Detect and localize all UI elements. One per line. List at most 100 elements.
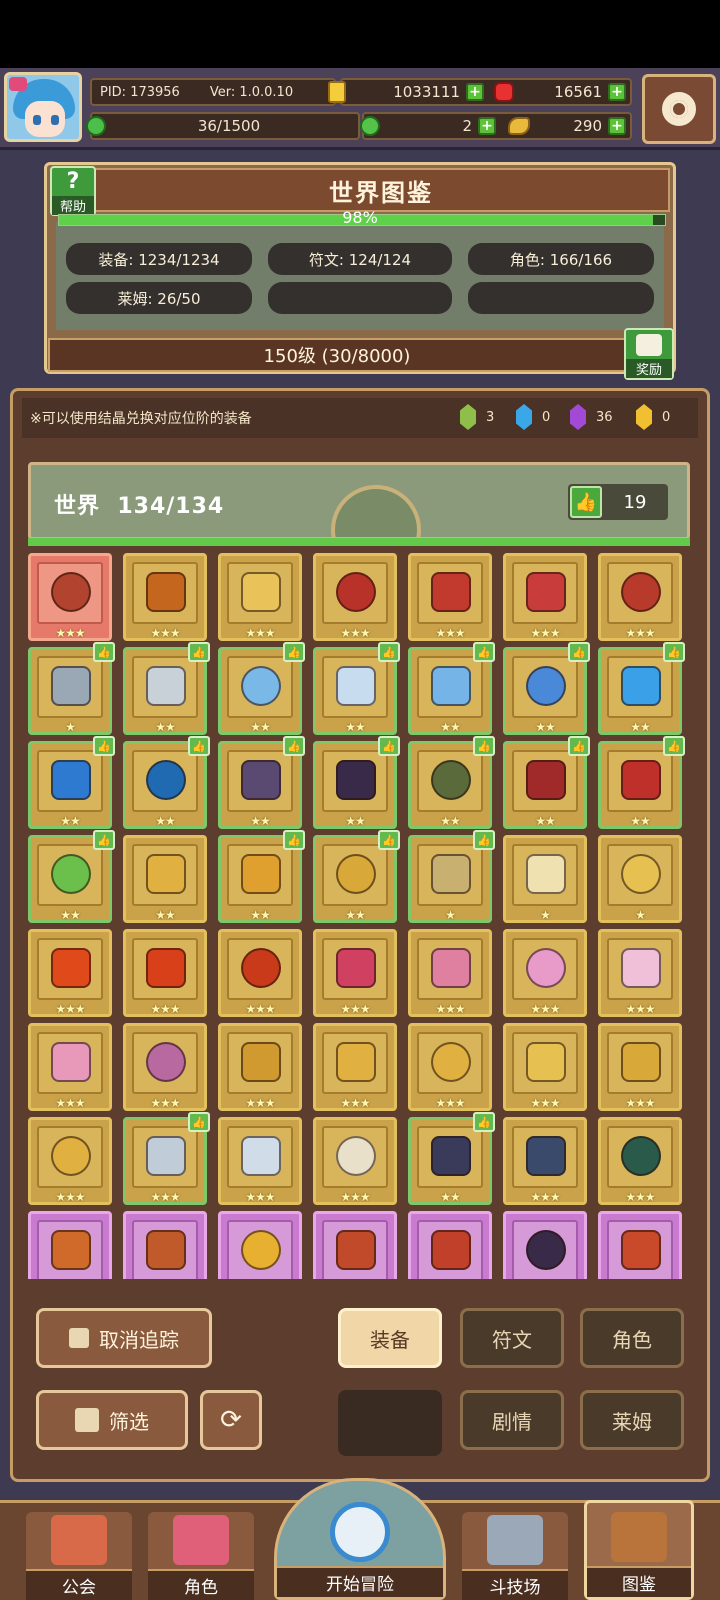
item-helmet[interactable]: ★★★ — [28, 553, 112, 641]
item-gem-staff[interactable]: ★★ 👍 — [598, 642, 685, 735]
orb-ring-icon — [526, 666, 566, 706]
jewel-brooch-icon — [241, 854, 281, 894]
like-counter[interactable]: 👍 19 — [568, 484, 668, 520]
gold-ring-icon — [336, 1042, 376, 1082]
item-shield[interactable]: ★★ 👍 — [123, 642, 210, 735]
nav-codex[interactable]: 图鉴 — [584, 1500, 694, 1600]
item-emerald-ring[interactable]: ★★ 👍 — [28, 830, 115, 923]
item-boots[interactable]: ★★★ — [598, 553, 682, 641]
world-title: 世界 134/134 — [54, 488, 224, 520]
item-cross-shield[interactable]: ★★★ — [313, 1117, 397, 1205]
item-orb-ring[interactable]: ★★ 👍 — [503, 642, 590, 735]
item-bow[interactable]: ★ 👍 — [408, 830, 495, 923]
item-staff[interactable]: ★★★ — [123, 553, 207, 641]
tracked-badge-icon: 👍 — [473, 736, 495, 756]
item-heart-ring[interactable]: ★★★ — [28, 1023, 112, 1111]
reward-button[interactable]: 奖励 — [624, 328, 674, 380]
item-jewel-brooch[interactable]: ★★ 👍 — [218, 830, 305, 923]
item-fire-gem[interactable]: ★★★ — [28, 929, 112, 1017]
nav-guild[interactable]: 公会 — [26, 1512, 132, 1600]
stat-slime: 莱姆: 26/50 — [66, 282, 252, 314]
add-clover-button[interactable]: + — [478, 117, 496, 135]
item-green-ring[interactable]: ★★ 👍 — [408, 736, 495, 829]
player-info-row: PID: 173956 Ver: 1.0.0.10 — [90, 78, 336, 106]
nav-adventure[interactable]: 开始冒险 — [274, 1478, 446, 1600]
settings-button[interactable] — [642, 74, 716, 144]
item-armor[interactable]: ★★★ — [313, 553, 397, 641]
nav-character-label: 角色 — [148, 1569, 254, 1600]
add-gem-button[interactable]: + — [608, 83, 626, 101]
item-gold-boots[interactable]: ★★★ — [408, 1023, 492, 1111]
item-flame-axe[interactable] — [123, 1211, 207, 1279]
item-dark-gem[interactable]: ★★ 👍 — [218, 736, 305, 829]
add-wing-button[interactable]: + — [608, 117, 626, 135]
nav-character[interactable]: 角色 — [148, 1512, 254, 1600]
tab-slime[interactable]: 莱姆 — [580, 1390, 684, 1450]
item-horned-helm[interactable] — [313, 1211, 397, 1279]
item-rose-gauntlet[interactable]: ★★ 👍 — [408, 1112, 495, 1205]
item-red-armor[interactable]: ★★ 👍 — [503, 736, 590, 829]
item-gold-scepter[interactable]: ★★★ — [218, 1023, 302, 1111]
item-red-circlet[interactable]: ★★ 👍 — [598, 736, 685, 829]
sword-icon — [51, 666, 91, 706]
item-blue-chalice[interactable]: ★★ 👍 — [123, 736, 210, 829]
tab-story[interactable]: 剧情 — [460, 1390, 564, 1450]
item-dark-heart[interactable] — [503, 1211, 587, 1279]
item-gold-crown[interactable]: ★★ — [123, 835, 207, 923]
item-heart-necklace[interactable]: ★★ 👍 — [408, 642, 495, 735]
gold-plate-icon — [526, 1042, 566, 1082]
stat-character: 角色: 166/166 — [468, 243, 654, 275]
nav-arena[interactable]: 斗技场 — [462, 1512, 568, 1600]
tab-equipment[interactable]: 装备 — [338, 1308, 442, 1368]
gold-collar-icon — [621, 1042, 661, 1082]
add-gold-button[interactable]: + — [466, 83, 484, 101]
item-crossed-swords[interactable]: ★★★ 👍 — [123, 1112, 210, 1205]
item-sun-crown[interactable] — [218, 1211, 302, 1279]
item-pink-dress[interactable]: ★★★ — [503, 929, 587, 1017]
item-stars: ★★★ — [245, 1190, 275, 1204]
item-dark-boots[interactable]: ★★★ — [598, 1117, 682, 1205]
item-flame-boots[interactable] — [598, 1211, 682, 1279]
filter-button[interactable]: 筛选 — [36, 1390, 188, 1450]
item-gold-armor[interactable]: ★★★ — [28, 1117, 112, 1205]
item-twin-daggers[interactable]: ★★★ — [218, 1117, 302, 1205]
item-bear-mask[interactable]: ★★★ — [408, 929, 492, 1017]
item-blue-orb[interactable]: ★★ 👍 — [28, 736, 115, 829]
item-gold-ring[interactable]: ★★★ — [313, 1023, 397, 1111]
item-pendant[interactable]: ★★ 👍 — [313, 736, 400, 829]
help-button[interactable]: ? 帮助 — [50, 166, 96, 216]
untrack-button[interactable]: 取消追踪 — [36, 1308, 212, 1368]
refresh-button[interactable]: ⟳ — [200, 1390, 262, 1450]
item-angel-wings[interactable]: ★★★ — [598, 929, 682, 1017]
item-stars: ★★★ — [530, 1002, 560, 1016]
character-icon — [173, 1515, 229, 1565]
item-fire-ring[interactable]: ★★★ — [218, 929, 302, 1017]
item-dark-crown[interactable]: ★★★ — [503, 1117, 587, 1205]
item-fire-heart[interactable]: ★★★ — [123, 929, 207, 1017]
thumbs-up-icon: 👍 — [570, 486, 602, 518]
item-gold-collar[interactable]: ★★★ — [598, 1023, 682, 1111]
item-stars: ★★ — [440, 814, 461, 828]
item-flame-armor[interactable] — [408, 1211, 492, 1279]
tab-character[interactable]: 角色 — [580, 1308, 684, 1368]
thumbs-up-icon — [69, 1328, 89, 1348]
player-avatar[interactable] — [4, 72, 82, 142]
item-ruby-necklace[interactable]: ★★ 👍 — [313, 830, 400, 923]
tab-rune[interactable]: 符文 — [460, 1308, 564, 1368]
tracked-badge-icon: 👍 — [283, 642, 305, 662]
item-bone-wand[interactable]: ★ — [503, 835, 587, 923]
item-crystal-crown[interactable]: ★★ 👍 — [313, 642, 400, 735]
item-grid: ★★★ ★★★ ★★★ ★★★ ★★★ ★★★ ★★★ ★ 👍 ★★ 👍 ★★ 👍 ★★ 👍 ★★ 👍 ★★ 👍 ★★… — [26, 553, 694, 1279]
item-bear-doll[interactable]: ★★★ — [313, 929, 397, 1017]
item-amulet[interactable]: ★★★ — [503, 553, 587, 641]
item-sword[interactable]: ★ 👍 — [28, 642, 115, 735]
staff-icon — [146, 572, 186, 612]
item-gold-plate[interactable]: ★★★ — [503, 1023, 587, 1111]
item-winged-armor[interactable]: ★★ 👍 — [218, 642, 305, 735]
item-winged-heart[interactable]: ★★★ — [123, 1023, 207, 1111]
item-flame-sword[interactable] — [28, 1211, 112, 1279]
avatar-bow — [9, 77, 27, 91]
item-gold-band[interactable]: ★ — [598, 835, 682, 923]
item-ring[interactable]: ★★★ — [218, 553, 302, 641]
item-glove[interactable]: ★★★ — [408, 553, 492, 641]
